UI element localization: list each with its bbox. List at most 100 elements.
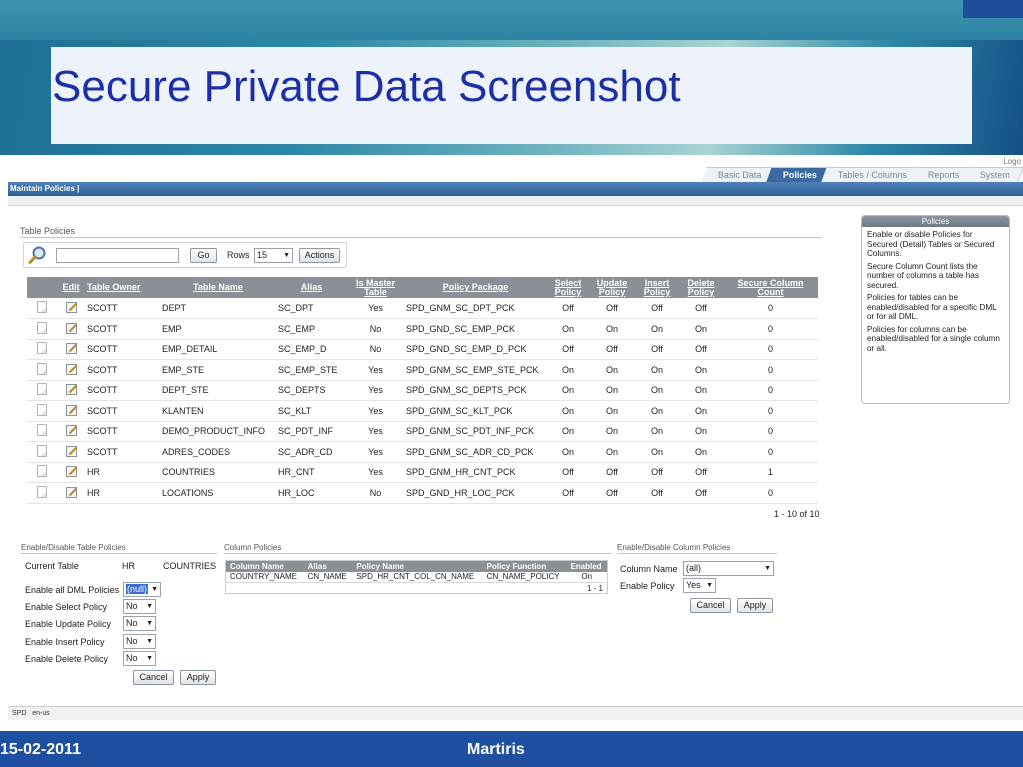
select-policy-select[interactable]: No ▼ [123, 599, 156, 614]
table-row[interactable]: SCOTT EMP_DETAIL SC_EMP_D No SPD_GND_SC_EMP_… [27, 339, 818, 360]
col-select-policy[interactable]: Select Policy [547, 277, 589, 298]
edit-icon[interactable] [65, 486, 77, 498]
table-row[interactable]: SCOTT DEMO_PRODUCT_INFO SC_PDT_INF Yes SPD_G… [27, 421, 818, 442]
col-insert-policy[interactable]: Insert Policy [635, 277, 679, 298]
logout-link[interactable]: Logo [1003, 157, 1021, 166]
document-icon[interactable] [37, 321, 47, 334]
delete-policy-select[interactable]: No ▼ [123, 651, 156, 666]
all-dml-select[interactable]: (null) ▼ [123, 582, 161, 597]
edit-cell[interactable] [57, 380, 85, 401]
cell-alias: SC_EMP [276, 318, 347, 340]
edit-icon[interactable] [65, 301, 77, 313]
search-icon[interactable] [28, 245, 48, 265]
view-cell[interactable] [27, 298, 57, 319]
edit-cell[interactable] [57, 298, 85, 319]
tab-system[interactable]: System [963, 167, 1023, 182]
table-row[interactable]: HR LOCATIONS HR_LOC No SPD_GND_HR_LOC_PCK Off… [27, 482, 818, 504]
table-row[interactable]: SCOTT DEPT SC_DPT Yes SPD_GNM_SC_DPT_PCK Off O… [27, 298, 818, 319]
view-cell[interactable] [27, 359, 57, 381]
tab-policies[interactable]: Policies [765, 167, 831, 182]
enable-policy-select[interactable]: Yes ▼ [683, 578, 716, 593]
edit-icon[interactable] [65, 363, 77, 375]
cell-table: LOCATIONS [160, 482, 276, 504]
breadcrumb[interactable]: Maintain Policies | [10, 184, 79, 193]
edit-cell[interactable] [57, 462, 85, 483]
col-policy-name[interactable]: Policy Name [352, 560, 483, 572]
go-button[interactable]: Go [190, 248, 217, 263]
edit-cell[interactable] [57, 318, 85, 340]
cell-insert: On [635, 421, 679, 442]
document-icon[interactable] [37, 485, 47, 498]
view-cell[interactable] [27, 380, 57, 401]
col-alias[interactable]: Alias [303, 560, 353, 572]
column-cancel-button[interactable]: Cancel [690, 598, 731, 613]
edit-cell[interactable] [57, 359, 85, 381]
cell-package: SPD_GNM_SC_KLT_PCK [404, 400, 547, 422]
cell-insert: On [635, 380, 679, 401]
edit-icon[interactable] [65, 383, 77, 396]
col-policy-package[interactable]: Policy Package [404, 277, 547, 298]
edit-icon[interactable] [65, 465, 77, 478]
col-enabled[interactable]: Enabled [566, 560, 608, 572]
search-input[interactable] [56, 248, 179, 263]
table-row[interactable]: SCOTT EMP SC_EMP No SPD_GND_SC_EMP_PCK On On On… [27, 318, 818, 340]
tab-tables-columns[interactable]: Tables / Columns [820, 167, 921, 182]
cell-delete: On [679, 318, 723, 340]
table-row[interactable]: SCOTT DEPT_STE SC_DEPTS Yes SPD_GNM_SC_DEPTS… [27, 380, 818, 401]
enable-column-title: Enable/Disable Column Policies [617, 543, 731, 552]
edit-icon[interactable] [65, 404, 77, 416]
col-column-name[interactable]: Column Name [225, 560, 304, 572]
edit-icon[interactable] [65, 445, 77, 457]
view-cell[interactable] [27, 462, 57, 483]
table-row[interactable]: SCOTT KLANTEN SC_KLT Yes SPD_GNM_SC_KLT_PCK O… [27, 400, 818, 422]
update-policy-select[interactable]: No ▼ [123, 616, 156, 631]
view-cell[interactable] [27, 482, 57, 504]
col-table-name[interactable]: Table Name [160, 277, 276, 298]
col-delete-policy[interactable]: Delete Policy [679, 277, 723, 298]
col-table-owner[interactable]: Table Owner [85, 277, 160, 298]
document-icon[interactable] [37, 362, 47, 375]
column-name-select[interactable]: (all) ▼ [683, 561, 774, 576]
document-icon[interactable] [37, 403, 47, 416]
view-cell[interactable] [27, 421, 57, 442]
view-cell[interactable] [27, 400, 57, 422]
edit-cell[interactable] [57, 441, 85, 463]
cell-package: SPD_GND_SC_EMP_D_PCK [404, 339, 547, 360]
insert-policy-select[interactable]: No ▼ [123, 634, 156, 649]
view-cell[interactable] [27, 318, 57, 340]
rows-select[interactable]: 15 ▼ [254, 248, 293, 263]
document-icon[interactable] [37, 301, 47, 313]
table-row[interactable]: COUNTRY_NAME CN_NAME SPD_HR_CNT_COL_CN_N… [226, 572, 608, 583]
table-row[interactable]: SCOTT ADRES_CODES SC_ADR_CD Yes SPD_GNM_SC_A… [27, 441, 818, 463]
table-row[interactable]: HR COUNTRIES HR_CNT Yes SPD_GNM_HR_CNT_PCK Of… [27, 462, 818, 483]
edit-cell[interactable] [57, 339, 85, 360]
col-secure-count[interactable]: Secure Column Count [723, 277, 818, 298]
document-icon[interactable] [37, 342, 47, 355]
document-icon[interactable] [37, 383, 47, 396]
table-cancel-button[interactable]: Cancel [133, 670, 174, 685]
view-cell[interactable] [27, 339, 57, 360]
col-update-policy[interactable]: Update Policy [589, 277, 635, 298]
view-cell[interactable] [27, 441, 57, 463]
table-apply-button[interactable]: Apply [180, 670, 216, 685]
actions-button[interactable]: Actions [299, 248, 340, 263]
document-icon[interactable] [37, 465, 47, 478]
cell-count: 0 [723, 421, 818, 442]
edit-icon[interactable] [65, 342, 77, 355]
cell-update: On [589, 359, 635, 381]
cell-update: Off [589, 462, 635, 483]
edit-icon[interactable] [65, 322, 77, 334]
edit-cell[interactable] [57, 482, 85, 504]
document-icon[interactable] [37, 444, 47, 457]
column-apply-button[interactable]: Apply [737, 598, 773, 613]
col-policy-function[interactable]: Policy Function [482, 560, 567, 572]
edit-icon[interactable] [65, 424, 77, 437]
edit-cell[interactable] [57, 421, 85, 442]
edit-cell[interactable] [57, 400, 85, 422]
table-row[interactable]: SCOTT EMP_STE SC_EMP_STE Yes SPD_GNM_SC_EMP_… [27, 359, 818, 381]
document-icon[interactable] [37, 424, 47, 437]
tab-basic-data[interactable]: Basic Data [701, 167, 776, 182]
col-edit[interactable]: Edit [57, 277, 85, 298]
col-is-master[interactable]: Is Master Table [347, 277, 404, 298]
col-alias[interactable]: Alias [276, 277, 347, 298]
